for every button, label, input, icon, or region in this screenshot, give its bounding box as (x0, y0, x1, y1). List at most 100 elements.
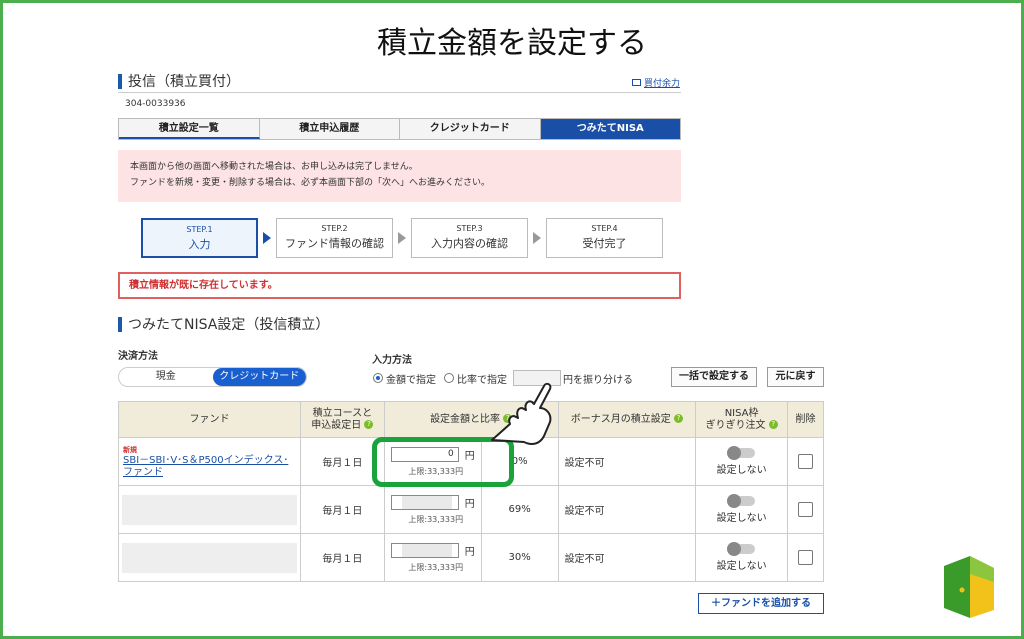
table-row: 毎月１日 円 上限:33,333円 69% 設定不可 設定しない (118, 485, 824, 534)
bonus-cell: 設定不可 (557, 485, 697, 534)
header-nisa: NISA枠 ぎりぎり注文 ? (695, 401, 788, 438)
step-1: STEP.1 入力 (141, 218, 258, 258)
payment-method-label: 決済方法 (118, 351, 158, 362)
radio-amount-label: 金額で指定 (386, 374, 436, 386)
nisa-toggle-switch[interactable] (726, 541, 755, 556)
header-course: 積立コースと 申込設定日 ? (299, 401, 385, 438)
payment-toggle: 現金 クレジットカード (118, 367, 307, 387)
step-3: STEP.3 入力内容の確認 (411, 218, 528, 258)
step-1-number: STEP.1 (186, 225, 213, 234)
help-icon[interactable]: ? (364, 420, 374, 429)
header-bonus: ボーナス月の積立設定 ? (557, 401, 697, 438)
step-arrow-icon (398, 232, 406, 244)
yen-label: 円 (464, 498, 475, 510)
notice-line-2: ファンドを新規・変更・削除する場合は、必ず本画面下部の「次へ」へお進みください。 (130, 178, 491, 188)
yen-label: 円 (464, 546, 475, 558)
amount-input[interactable] (390, 542, 459, 558)
delete-cell (787, 533, 824, 582)
delete-checkbox[interactable] (798, 502, 813, 517)
fund-cell (118, 533, 301, 582)
step-3-number: STEP.3 (456, 224, 483, 233)
step-arrow-icon (263, 232, 271, 244)
tab-tsumitate-nisa[interactable]: つみたてNISA (540, 119, 680, 139)
step-4-number: STEP.4 (591, 224, 618, 233)
help-icon[interactable]: ? (768, 420, 778, 429)
delete-checkbox[interactable] (798, 550, 813, 565)
section-title-fund: 投信（積立買付） (118, 71, 240, 91)
header-course-line1: 積立コースと (312, 407, 373, 419)
new-badge: 新規 (123, 445, 137, 454)
radio-amount[interactable] (373, 373, 383, 383)
headline: 積立金額を設定する (377, 26, 647, 61)
course-cell: 毎月１日 (299, 533, 385, 582)
reset-button[interactable]: 元に戻す (767, 367, 824, 387)
divider (118, 92, 681, 93)
notice-box: 本画面から他の画面へ移動された場合は、お申し込みは完了しません。 ファンドを新規… (118, 150, 681, 202)
fund-name-link[interactable]: SBI－SBI･V･S＆P500インデックス･ ファンド (123, 455, 288, 478)
fund-cell (118, 485, 301, 534)
payment-option-cash[interactable]: 現金 (119, 368, 213, 386)
add-fund-button[interactable]: ＋ファンドを追加する (698, 593, 824, 614)
step-indicator: STEP.1 入力 STEP.2 ファンド情報の確認 STEP.3 入力内容の確… (141, 218, 663, 258)
buy-power-link[interactable]: 買付余力 (632, 76, 680, 89)
section-title-text: 投信（積立買付） (128, 74, 240, 90)
header-fund: ファンド (118, 401, 301, 438)
nisa-toggle-switch[interactable] (726, 445, 755, 460)
section-title-nisa: つみたてNISA設定（投信積立） (118, 314, 329, 334)
nisa-status: 設定しない (716, 512, 767, 524)
amount-input[interactable] (390, 494, 459, 510)
nisa-cell: 設定しない (695, 437, 788, 486)
fund-name-line1: SBI－SBI･V･S＆P500インデックス･ (123, 454, 289, 466)
fund-name-placeholder (121, 542, 297, 573)
nisa-cell: 設定しない (695, 533, 788, 582)
nisa-status: 設定しない (716, 560, 767, 572)
step-arrow-icon (533, 232, 541, 244)
window-icon (632, 79, 641, 86)
bonus-cell: 設定不可 (557, 437, 697, 486)
step-2-number: STEP.2 (321, 224, 348, 233)
fund-table: ファンド 積立コースと 申込設定日 ? 設定金額と比率 ? ボーナス月の積立設定… (118, 401, 824, 582)
delete-cell (787, 485, 824, 534)
nisa-status: 設定しない (716, 464, 767, 476)
table-row: 毎月１日 円 上限:33,333円 30% 設定不可 設定しない (118, 533, 824, 582)
fund-name-line2: ファンド (123, 466, 163, 478)
amount-cell: 円 上限:33,333円 (383, 533, 482, 582)
step-4: STEP.4 受付完了 (546, 218, 663, 258)
payment-option-credit-card[interactable]: クレジットカード (212, 368, 306, 386)
tab-settings-list[interactable]: 積立設定一覧 (119, 119, 260, 139)
tab-bar: 積立設定一覧 積立申込履歴 クレジットカード つみたてNISA (118, 118, 681, 140)
header-bonus-text: ボーナス月の積立設定 (570, 413, 671, 425)
error-message: 積立情報が既に存在しています。 (118, 272, 681, 299)
help-icon[interactable]: ? (673, 414, 683, 423)
ratio-suffix-label: 円を振り分ける (563, 374, 633, 386)
pointing-hand-icon (491, 382, 552, 445)
section-bar (118, 73, 122, 89)
ratio-cell: 69% (480, 485, 559, 534)
nisa-cell: 設定しない (695, 485, 788, 534)
nisa-toggle-switch[interactable] (726, 493, 755, 508)
section-title-text: つみたてNISA設定（投信積立） (128, 317, 330, 333)
table-header-row: ファンド 積立コースと 申込設定日 ? 設定金額と比率 ? ボーナス月の積立設定… (118, 401, 824, 438)
buy-power-label: 買付余力 (644, 79, 681, 89)
account-number: 304-0033936 (125, 99, 186, 109)
ratio-cell: 30% (480, 533, 559, 582)
section-bar (118, 316, 122, 332)
fund-cell: 新規 SBI－SBI･V･S＆P500インデックス･ ファンド (118, 437, 301, 486)
tab-credit-card[interactable]: クレジットカード (400, 119, 541, 139)
limit-text: 上限:33,333円 (408, 514, 464, 524)
limit-text: 上限:33,333円 (408, 562, 464, 572)
input-method-label: 入力方法 (372, 355, 412, 366)
bonus-cell: 設定不可 (557, 533, 697, 582)
bulk-set-button[interactable]: 一括で設定する (671, 367, 757, 387)
radio-ratio[interactable] (444, 373, 454, 383)
header-nisa-line1: NISA枠 (724, 407, 759, 419)
delete-cell (787, 437, 824, 486)
step-2: STEP.2 ファンド情報の確認 (276, 218, 393, 258)
delete-checkbox[interactable] (798, 454, 813, 469)
header-delete: 削除 (787, 401, 824, 438)
step-2-label: ファンド情報の確認 (285, 237, 384, 250)
header-nisa-line2: ぎりぎり注文 (705, 419, 766, 431)
brand-logo-icon (944, 556, 994, 618)
step-3-label: 入力内容の確認 (431, 237, 508, 250)
tab-application-history[interactable]: 積立申込履歴 (259, 119, 400, 139)
